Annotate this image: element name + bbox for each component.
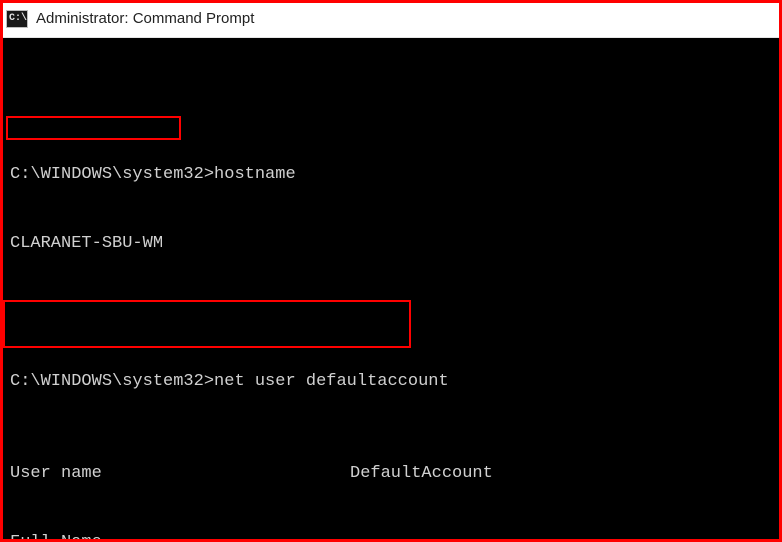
cmd-icon: C:\ <box>6 10 28 28</box>
titlebar[interactable]: C:\ Administrator: Command Prompt <box>0 0 782 38</box>
hostname-output: CLARANET-SBU-WM <box>10 232 776 255</box>
row-full-name: Full Name <box>10 531 776 542</box>
cmd-line-hostname: C:\WINDOWS\system32>hostname <box>10 163 776 186</box>
cmd-line-netuser: C:\WINDOWS\system32>net user defaultacco… <box>10 370 776 393</box>
blank-line <box>10 301 776 324</box>
window-title: Administrator: Command Prompt <box>36 10 254 27</box>
highlight-hostname <box>6 116 181 140</box>
blank-line <box>10 94 776 117</box>
row-user-name: User nameDefaultAccount <box>10 462 776 485</box>
terminal-output[interactable]: C:\WINDOWS\system32>hostname CLARANET-SB… <box>0 38 782 542</box>
